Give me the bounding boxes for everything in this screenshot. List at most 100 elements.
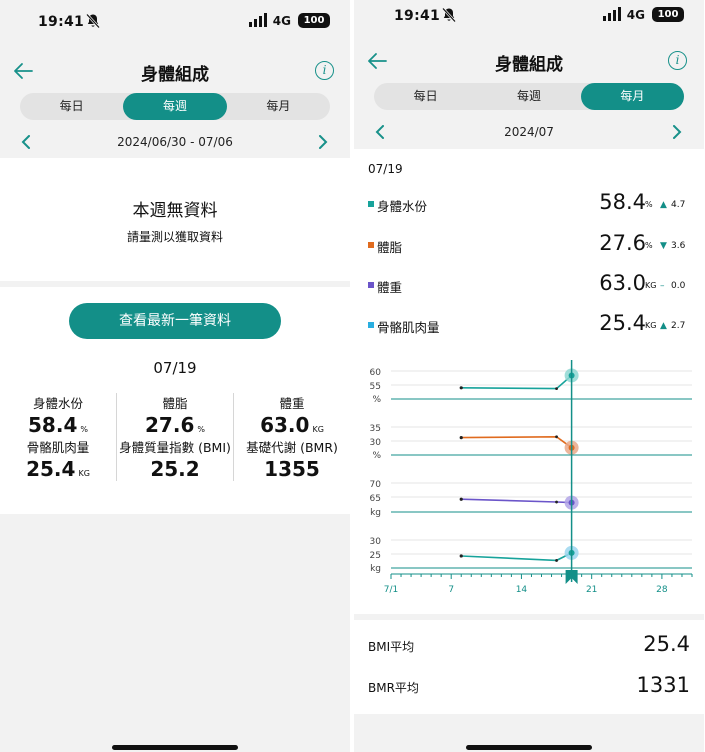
month-label: 2024/07 [504,125,554,139]
metric-value: 63.0 [599,271,646,295]
metric-unit: % [645,241,653,250]
view-latest-button[interactable]: 查看最新一筆資料 [69,303,281,339]
legend-swatch-weight [368,282,374,288]
metric-unit: KG [645,281,657,290]
info-icon[interactable]: i [668,51,687,70]
trend-up-icon: ▲ [660,200,667,210]
x-tick-label: 14 [516,585,528,595]
latest-data-card: 查看最新一筆資料 07/19 身體水份 58.4% 體脂 27.6% 體重 63… [0,287,350,514]
metric-name: 體脂 [377,240,403,255]
metric-value: 27.6 [145,413,195,437]
trend-down-icon: ▼ [660,241,667,251]
tab-weekly[interactable]: 每週 [123,93,227,120]
metric-value: 1355 [264,457,320,481]
metric-value: 58.4 [28,413,78,437]
data-point [555,387,558,391]
y-unit-label: % [372,395,381,405]
tab-daily[interactable]: 每日 [20,93,123,120]
x-tick-label: 7 [448,585,454,595]
page-title: 身體組成 [141,65,209,85]
x-tick-label: 7/1 [384,585,398,595]
metric-body-fat: 體脂 27.6% [117,393,234,437]
metric-unit: KG [312,425,324,434]
status-bar: 19:41 4G 100 [354,0,704,34]
latest-date: 07/19 [153,359,197,377]
data-point [459,386,463,390]
metric-name: 體重 [377,280,403,295]
y-unit-label: kg [370,508,381,518]
monthly-trend-chart[interactable]: 60 55% 35 30% 70 65 kg 30 25 kg 7/1 7 14 21 28 [354,356,704,612]
metric-delta: 4.7 [671,200,686,210]
y-tick-label: 30 [370,438,382,448]
metric-name: 身體水份 [377,199,428,214]
monthly-screen: 19:41 4G 100 身體組成 i 每日 每週 每月 2024/07 07/… [354,0,704,752]
no-data-card: 本週無資料 請量測以獲取資料 [0,158,350,281]
bmi-average-value: 25.4 [643,632,690,656]
metric-delta: 2.7 [671,321,686,331]
weekly-screen: 19:41 4G 100 身體組成 i 每日 每週 每月 2024/06/30 … [0,0,350,752]
metrics-grid: 身體水份 58.4% 體脂 27.6% 體重 63.0 KG 骨骼肌肉量 25.4… [0,393,350,481]
y-tick-label: 25 [370,551,381,561]
metric-delta: 0.0 [671,281,686,291]
trend-flat-icon: – [660,281,665,291]
metric-value: 25.4 [599,311,646,335]
trend-up-icon: ▲ [660,321,667,331]
period-tabs: 每日 每週 每月 [20,93,330,120]
tab-weekly[interactable]: 每週 [477,83,580,110]
tab-monthly[interactable]: 每月 [227,93,330,120]
week-date-range: 2024/06/30 - 07/06 [117,135,233,149]
metric-unit: % [80,425,88,434]
y-tick-label: 65 [370,494,381,504]
cellular-signal-icon [249,13,267,27]
metric-label: 身體水份 [32,396,83,411]
x-tick-label: 28 [656,585,668,595]
y-unit-label: kg [370,564,381,574]
next-month-chevron-icon[interactable] [672,125,682,139]
metric-label: 骨骼肌肉量 [26,440,90,455]
selected-date: 07/19 [368,162,403,176]
no-data-subtitle: 請量測以獲取資料 [126,230,223,244]
y-tick-label: 35 [370,424,381,434]
page-title: 身體組成 [495,55,563,75]
bmr-average-row: BMR平均 1331 [354,669,704,705]
trend-chart-svg[interactable]: 60 55% 35 30% 70 65 kg 30 25 kg 7/1 7 14 21 28 [354,356,704,612]
network-type: 4G [272,14,291,28]
metric-row-body-fat: 體脂 27.6 % ▼ 3.6 [354,227,704,267]
data-point [459,436,463,440]
tab-monthly[interactable]: 每月 [580,83,684,110]
metric-name: 骨骼肌肉量 [377,320,440,335]
data-point [555,500,558,504]
y-tick-label: 60 [370,368,382,378]
bmr-average-label: BMR平均 [368,681,419,695]
legend-swatch-body-water [368,201,374,207]
metric-label: 身體質量指數 (BMI) [119,440,231,455]
data-point [555,435,558,439]
battery-icon: 100 [298,13,330,28]
metric-label: 基礎代謝 (BMR) [246,440,338,455]
metric-value: 25.2 [150,457,200,481]
y-tick-label: 70 [370,480,382,490]
bmr-average-value: 1331 [636,673,690,697]
metric-skeletal-muscle: 骨骼肌肉量 25.4 KG [0,437,117,481]
bmi-average-label: BMI平均 [368,640,415,654]
next-week-chevron-icon[interactable] [318,135,328,149]
metric-bmi: 身體質量指數 (BMI) 25.2 [117,437,234,481]
tab-daily[interactable]: 每日 [374,83,477,110]
status-time: 19:41 [38,14,85,30]
metric-unit: KG [78,469,90,478]
metric-delta: 3.6 [671,241,686,251]
metric-label: 體重 [279,396,305,411]
legend-swatch-skeletal-muscle [368,322,374,328]
metric-value: 63.0 [260,413,310,437]
averages-card: BMI平均 25.4 BMR平均 1331 [354,620,704,714]
status-bar: 19:41 4G 100 [0,0,350,40]
home-indicator[interactable] [112,745,238,750]
metric-unit: % [645,200,653,209]
metric-label: 體脂 [162,396,188,411]
period-tabs: 每日 每週 每月 [374,83,684,110]
metric-unit: % [197,425,205,434]
info-icon[interactable]: i [315,61,334,80]
home-indicator[interactable] [466,745,592,750]
metric-value: 25.4 [26,457,76,481]
no-data-title: 本週無資料 [132,201,218,221]
